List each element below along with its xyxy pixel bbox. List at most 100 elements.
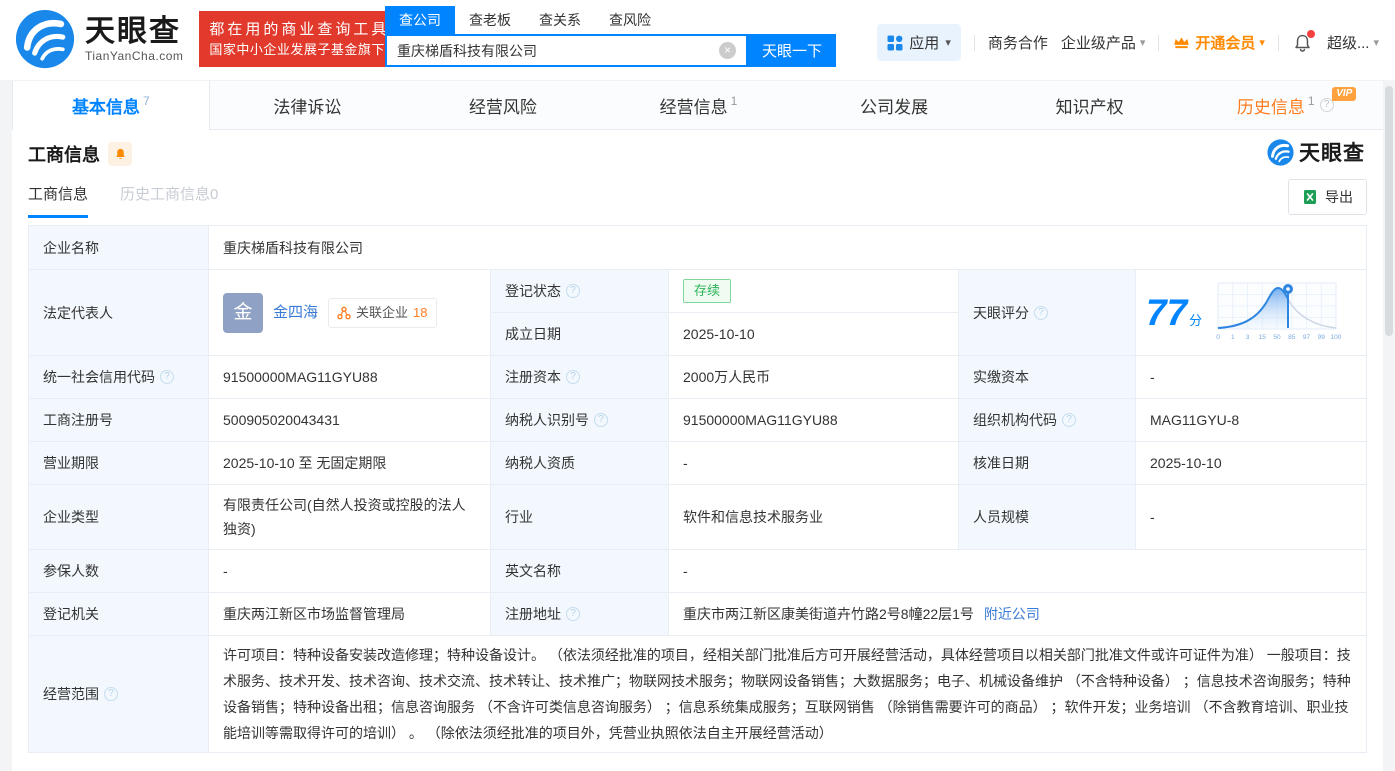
search-tab-relation[interactable]: 查关系 [525, 6, 595, 34]
divider [1277, 34, 1279, 51]
notification-dot [1306, 29, 1315, 38]
user-menu[interactable]: 超级... ▾ [1327, 32, 1379, 53]
score-number: 77 [1146, 291, 1188, 333]
help-icon[interactable]: ? [566, 607, 580, 621]
reg-status-value: 存续 [669, 270, 959, 313]
chevron-down-icon: ▾ [1139, 37, 1146, 49]
nav-open-vip[interactable]: 开通会员 ▾ [1172, 32, 1265, 53]
tab-label: 法律诉讼 [273, 97, 342, 117]
subtab-business-info[interactable]: 工商信息 [28, 183, 89, 218]
tab-label: 公司发展 [860, 97, 929, 117]
taxpayer-id-value: 91500000MAG11GYU88 [669, 399, 959, 442]
score-label: 天眼评分? [959, 270, 1136, 356]
header-left: 天眼查 TianYanCha.com 都在用的商业查询工具 国家中小企业发展子基… [15, 9, 412, 69]
avatar[interactable]: 金 [223, 292, 263, 333]
svg-text:0: 0 [1216, 334, 1220, 341]
tab-company-development[interactable]: 公司发展 [796, 81, 992, 129]
legal-rep-label: 法定代表人 [29, 270, 209, 356]
paid-capital-value: - [1136, 356, 1367, 399]
notifications-bell[interactable] [1292, 29, 1315, 54]
export-button[interactable]: 导出 [1288, 179, 1367, 215]
tab-label: 经营信息 [659, 97, 728, 117]
svg-text:85: 85 [1288, 334, 1296, 341]
tianyancha-logo-icon [1267, 138, 1294, 166]
legal-rep-link[interactable]: 金四海 [273, 302, 318, 324]
section-header: 工商信息 [28, 141, 132, 167]
search-tab-boss[interactable]: 查老板 [455, 6, 525, 34]
business-scope-value: 许可项目：特种设备安装改造修理；特种设备设计。 （依法须经批准的项目，经相关部门… [209, 636, 1367, 753]
brand-block[interactable]: 天眼查 TianYanCha.com [85, 15, 183, 63]
related-label: 关联企业 [356, 304, 409, 320]
nearby-companies-link[interactable]: 附近公司 [984, 603, 1040, 625]
company-type-label: 企业类型 [29, 485, 209, 550]
tab-basic-info[interactable]: 基本信息 7 [12, 81, 210, 130]
header: 天眼查 TianYanCha.com 都在用的商业查询工具 国家中小企业发展子基… [0, 0, 1395, 80]
nav-business-coop[interactable]: 商务合作 [988, 32, 1048, 53]
vip-label: 开通会员 [1195, 35, 1256, 52]
promo-line1: 都在用的商业查询工具 [209, 21, 390, 38]
help-icon[interactable]: ? [1034, 305, 1048, 320]
watermark-logo: 天眼查 [1267, 137, 1365, 167]
svg-text:15: 15 [1259, 334, 1267, 341]
score-distribution-chart[interactable]: 0 1 3 15 50 85 97 99 100 [1214, 281, 1342, 345]
subtab-history-business-info[interactable]: 历史工商信息0 [120, 183, 218, 218]
search-tabs: 查公司 查老板 查关系 查风险 [385, 6, 836, 34]
divider [973, 34, 975, 51]
chart-x-ticks: 0 1 3 15 50 85 97 99 100 [1216, 334, 1342, 341]
brand-name: 天眼查 [85, 15, 181, 48]
promo-line2: 国家中小企业发展子基金旗下机构 [209, 42, 412, 57]
reg-address-label: 注册地址? [491, 593, 669, 636]
search-button[interactable]: 天眼一下 [748, 34, 836, 67]
org-code-value: MAG11GYU-8 [1136, 399, 1367, 442]
header-nav: 应用 ▾ 商务合作 企业级产品 ▾ 开通会员 ▾ 超级... ▾ [877, 24, 1379, 61]
nav-enterprise-products[interactable]: 企业级产品 ▾ [1061, 32, 1146, 53]
tab-operating-info[interactable]: 经营信息 1 [601, 81, 797, 129]
svg-text:50: 50 [1274, 334, 1282, 341]
est-date-label: 成立日期 [491, 313, 669, 356]
tianyancha-logo-icon[interactable] [15, 9, 75, 69]
help-icon[interactable]: ? [1062, 413, 1076, 427]
related-count: 18 [413, 304, 428, 320]
tab-intellectual-property[interactable]: 知识产权 [992, 81, 1188, 129]
business-scope-label: 经营范围? [29, 636, 209, 753]
clear-search-icon[interactable]: × [719, 42, 736, 59]
english-name-label: 英文名称 [491, 550, 669, 593]
help-icon[interactable]: ? [594, 413, 608, 427]
tab-label: 基本信息 [71, 98, 140, 117]
tab-operating-risk[interactable]: 经营风险 [405, 81, 601, 129]
business-term-value: 2025-10-10 至 无固定期限 [209, 442, 491, 485]
related-companies-badge[interactable]: 关联企业 18 [328, 297, 437, 328]
vip-badge: VIP [1332, 87, 1357, 101]
grid-apps-icon [887, 35, 903, 50]
reg-capital-label: 注册资本? [491, 356, 669, 399]
svg-text:3: 3 [1246, 334, 1250, 341]
tab-count: 7 [142, 94, 150, 108]
credit-code-label: 统一社会信用代码? [29, 356, 209, 399]
org-network-icon [337, 306, 351, 319]
nav-enterprise-label: 企业级产品 [1060, 35, 1136, 52]
promo-banner: 都在用的商业查询工具 国家中小企业发展子基金旗下机构 [199, 11, 412, 67]
help-icon[interactable]: ? [104, 687, 118, 701]
apps-menu[interactable]: 应用 ▾ [877, 24, 961, 61]
excel-icon [1304, 190, 1316, 204]
org-code-label: 组织机构代码? [959, 399, 1136, 442]
reg-number-label: 工商注册号 [29, 399, 209, 442]
section-title: 工商信息 [28, 145, 100, 165]
search-input[interactable] [385, 34, 748, 67]
help-icon[interactable]: ? [160, 370, 174, 384]
search-tab-company[interactable]: 查公司 [385, 6, 455, 34]
subscribe-bell-button[interactable] [108, 142, 132, 166]
help-icon[interactable]: ? [566, 370, 580, 384]
username-label: 超级... [1326, 35, 1370, 52]
search-tab-risk[interactable]: 查风险 [595, 6, 665, 34]
help-icon[interactable]: ? [566, 284, 580, 298]
tab-history-info[interactable]: VIP 历史信息 1 ? [1187, 81, 1383, 129]
scrollbar[interactable] [1385, 86, 1393, 336]
industry-value: 软件和信息技术服务业 [669, 485, 959, 550]
apps-label: 应用 [909, 35, 940, 52]
taxpayer-id-label: 纳税人识别号? [491, 399, 669, 442]
crown-icon [1174, 37, 1190, 49]
watermark-text: 天眼查 [1299, 142, 1365, 165]
subtabs: 工商信息 历史工商信息0 [28, 183, 218, 218]
tab-legal-proceedings[interactable]: 法律诉讼 [210, 81, 406, 129]
